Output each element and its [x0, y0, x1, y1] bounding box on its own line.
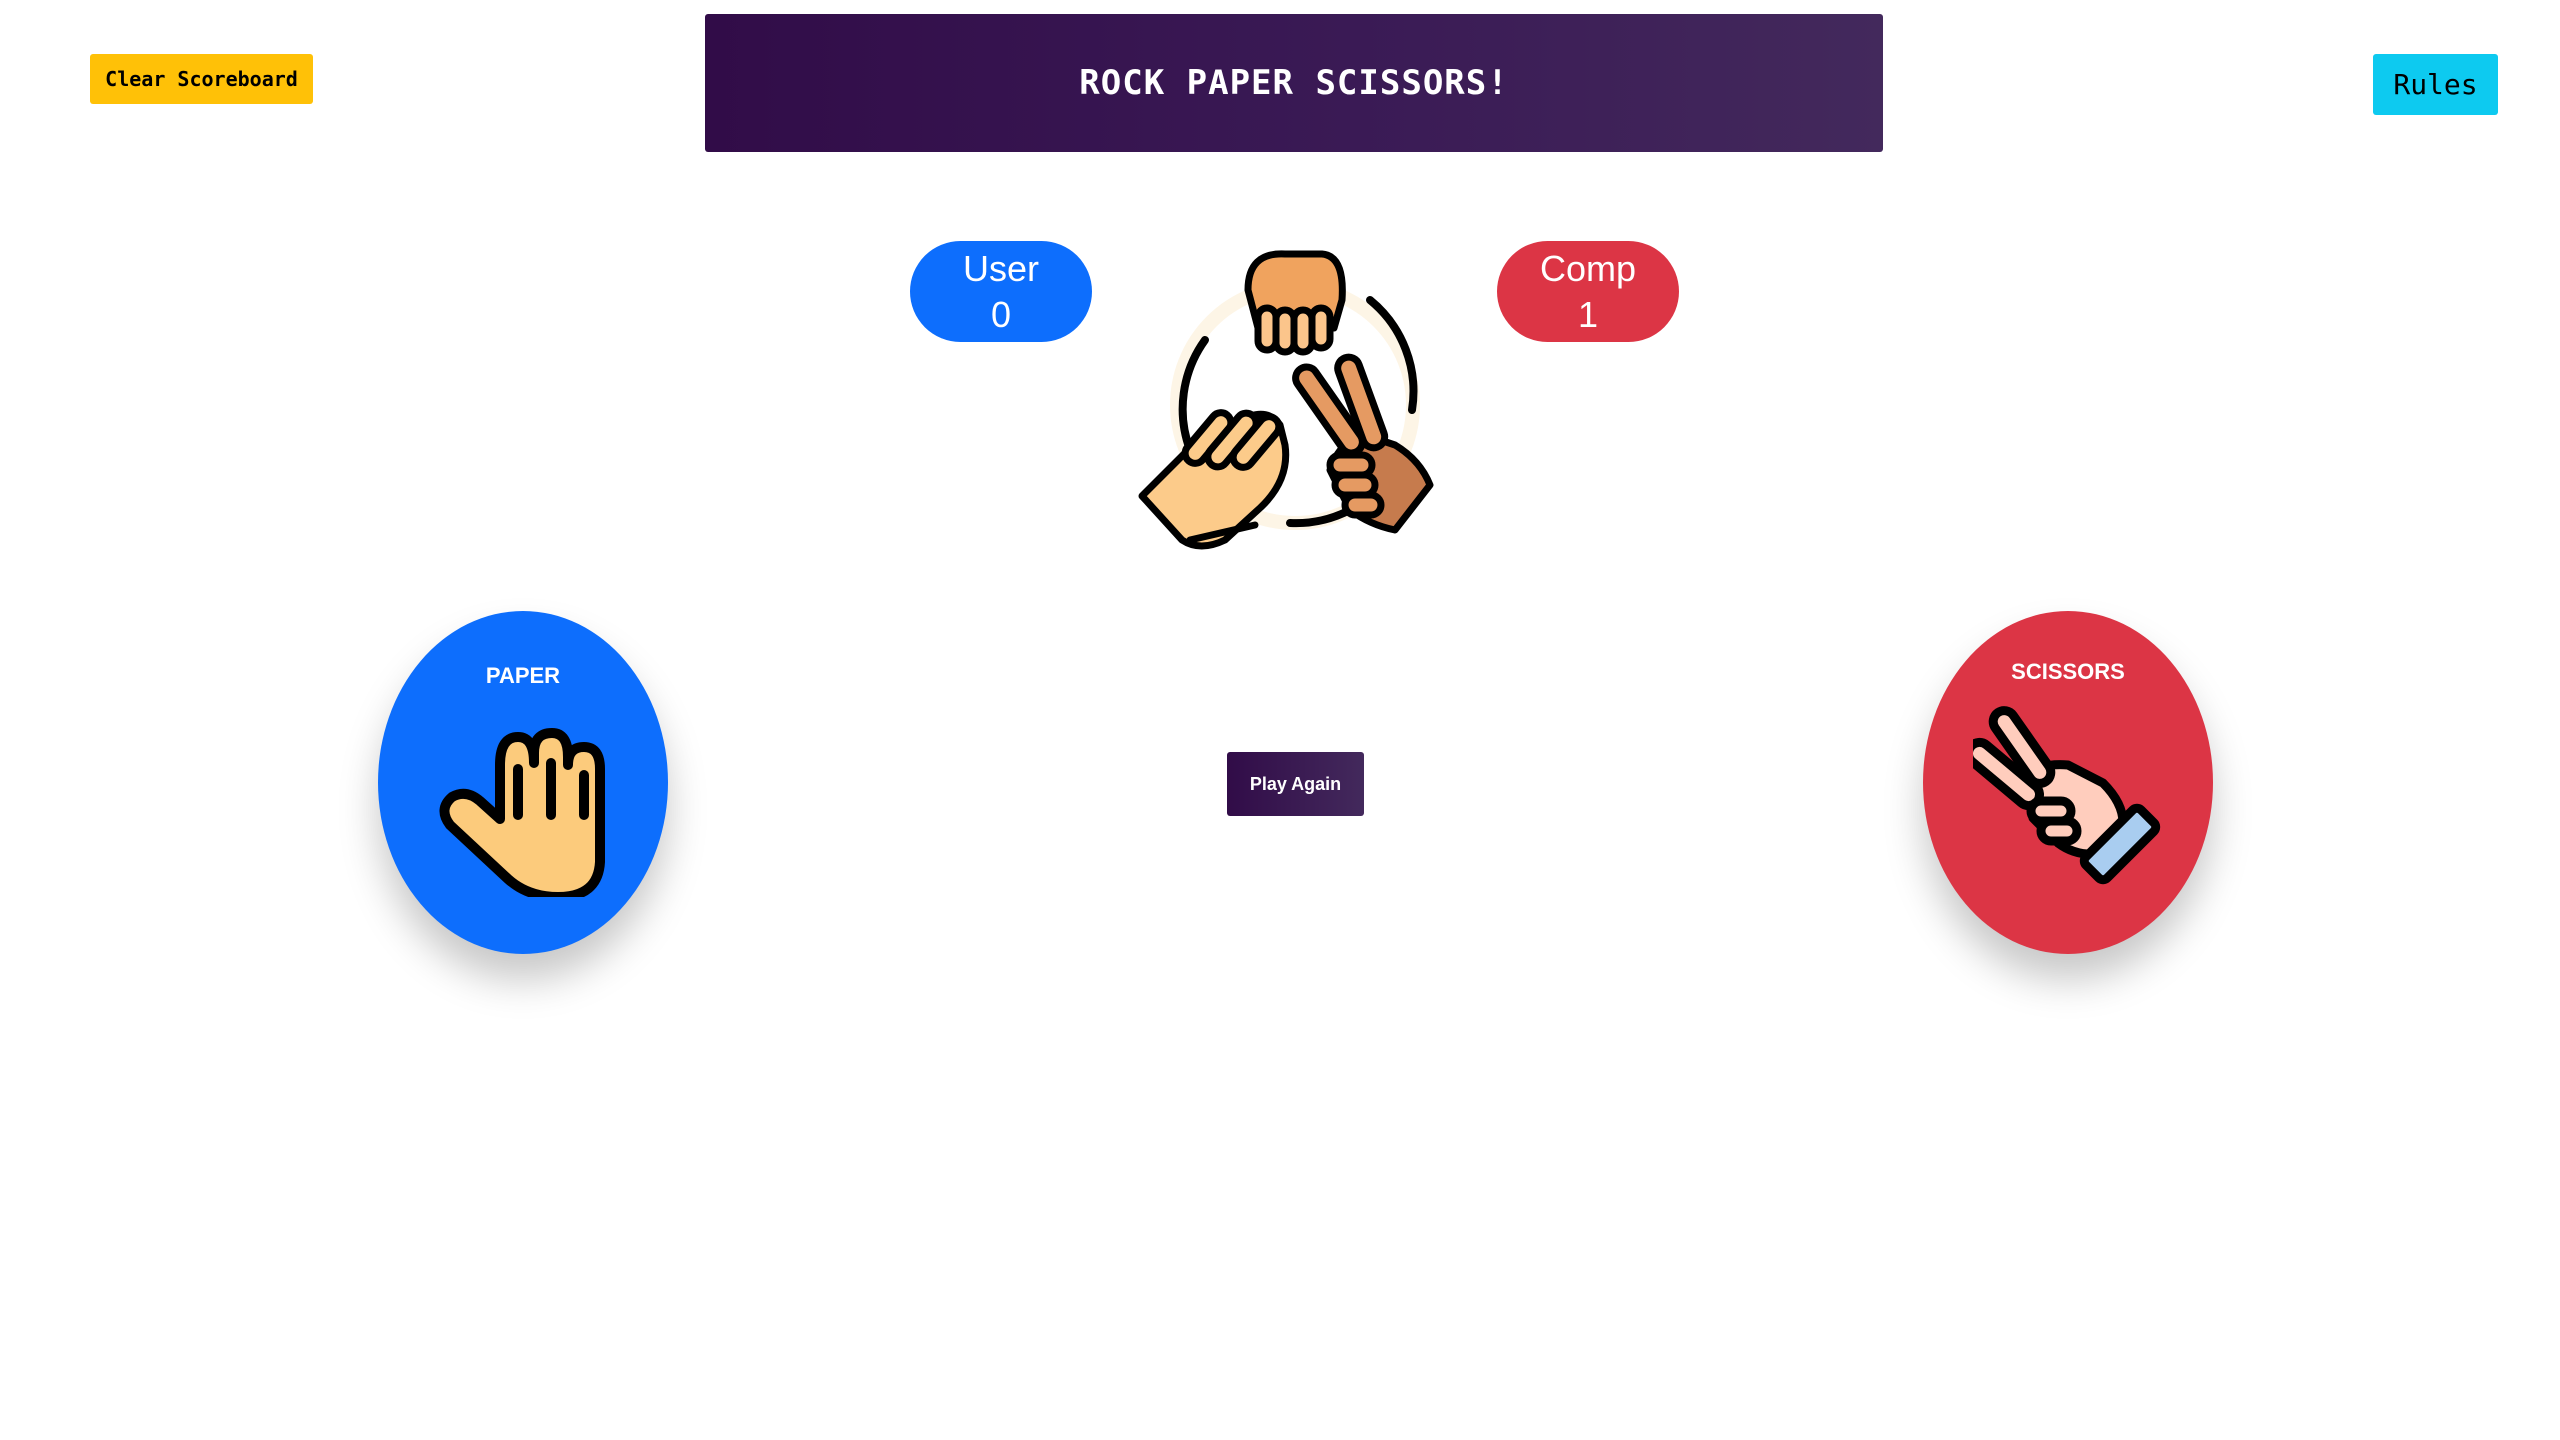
comp-score-value: 1 [1577, 293, 1599, 335]
rules-button[interactable]: Rules [2373, 54, 2498, 115]
rock-paper-scissors-hands-icon [1138, 250, 1434, 550]
play-again-button[interactable]: Play Again [1227, 752, 1364, 816]
user-score-label: User [962, 247, 1039, 289]
peace-hand-icon [1973, 706, 2161, 885]
user-choice-paper: PAPER [378, 611, 668, 954]
user-choice-label: PAPER [485, 663, 561, 688]
page-title: ROCK PAPER SCISSORS! [1079, 63, 1509, 103]
comp-score-label: Comp [1539, 247, 1637, 289]
user-score-value: 0 [990, 293, 1012, 335]
comp-score-badge: Comp 1 [1497, 241, 1679, 342]
user-score-badge: User 0 [910, 241, 1092, 342]
title-banner: ROCK PAPER SCISSORS! [705, 14, 1883, 152]
comp-choice-label: SCISSORS [2011, 659, 2125, 684]
open-hand-icon [439, 728, 605, 897]
clear-scoreboard-button[interactable]: Clear Scoreboard [90, 54, 313, 104]
comp-choice-scissors: SCISSORS [1923, 611, 2213, 954]
